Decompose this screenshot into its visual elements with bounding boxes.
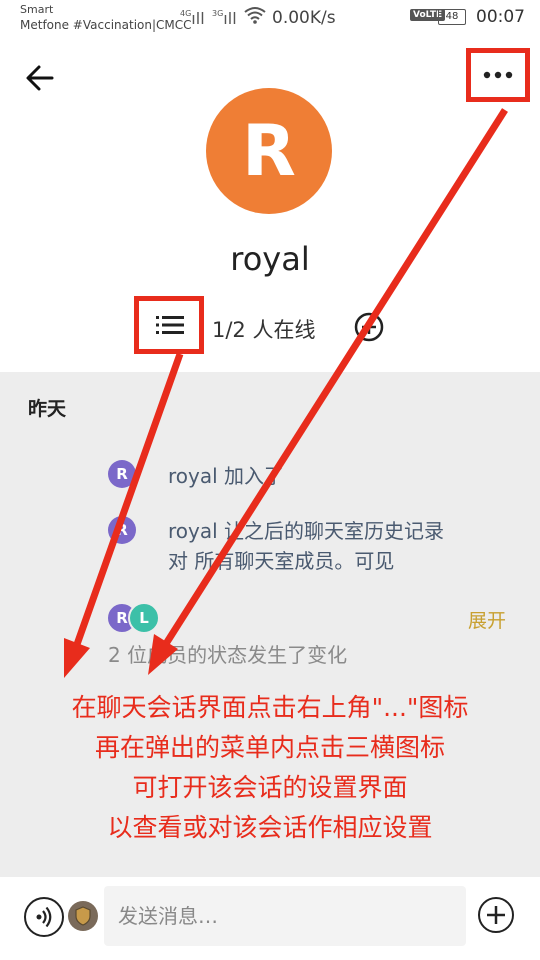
instruction-annotation: 在聊天会话界面点击右上角"..."图标 再在弹出的菜单内点击三横图标 可打开该会…: [0, 688, 540, 848]
carrier-name: Smart: [20, 3, 54, 16]
signal-3g-icon: 3Gıll: [212, 9, 237, 28]
member-avatar[interactable]: R: [108, 516, 136, 544]
group-member-avatar[interactable]: L: [128, 602, 160, 634]
instruction-line: 可打开该会话的设置界面: [132, 773, 408, 802]
instruction-line: 以查看或对该会话作相应设置: [107, 813, 433, 842]
add-member-button[interactable]: [354, 312, 384, 346]
event-text-line: 对 所有聊天室成员。可见: [168, 549, 395, 573]
instruction-line: 再在弹出的菜单内点击三横图标: [94, 733, 445, 762]
signal-4g-icon: 4Gıll: [180, 9, 205, 28]
message-composer: [0, 877, 540, 960]
more-options-button[interactable]: [466, 48, 530, 102]
status-bar: Smart Metfone #Vaccination|CMCC 4Gıll 3G…: [0, 0, 540, 40]
instruction-line: 在聊天会话界面点击右上角"..."图标: [71, 693, 469, 722]
event-text: royal 加入了: [168, 464, 285, 488]
wifi-icon: [244, 6, 266, 28]
plus-icon: [487, 906, 505, 924]
expand-link[interactable]: 展开: [468, 606, 506, 633]
status-time: 00:07: [476, 7, 525, 27]
online-member-count: 1/2 人在线: [212, 318, 316, 342]
network-speed: 0.00K/s: [272, 8, 336, 28]
date-separator: 昨天: [28, 398, 67, 420]
message-input[interactable]: [104, 886, 466, 946]
encryption-shield-icon[interactable]: [68, 901, 98, 931]
voice-call-button[interactable]: [24, 897, 64, 937]
event-text: royal 让之后的聊天室历史记录 对 所有聊天室成员。可见: [168, 516, 444, 576]
arrow-left-icon: [26, 65, 54, 91]
sound-waves-icon: [36, 906, 52, 928]
more-dots-icon: [483, 71, 513, 79]
back-button[interactable]: [22, 60, 62, 100]
list-icon: [156, 316, 184, 334]
member-avatar[interactable]: R: [108, 460, 136, 488]
room-avatar: R: [206, 88, 332, 214]
room-name: royal: [230, 240, 310, 278]
room-header: R royal 1/2 人在线: [0, 40, 540, 370]
battery-icon: 48: [438, 9, 466, 25]
carrier-name-secondary: Metfone #Vaccination|CMCC: [20, 18, 192, 32]
event-text-line: royal 让之后的聊天室历史记录: [168, 519, 445, 543]
room-info-button[interactable]: [134, 296, 204, 354]
attachment-button[interactable]: [478, 897, 514, 933]
status-change-summary: 2 位成员的状态发生了变化: [108, 643, 348, 667]
add-circle-icon: [354, 312, 384, 342]
